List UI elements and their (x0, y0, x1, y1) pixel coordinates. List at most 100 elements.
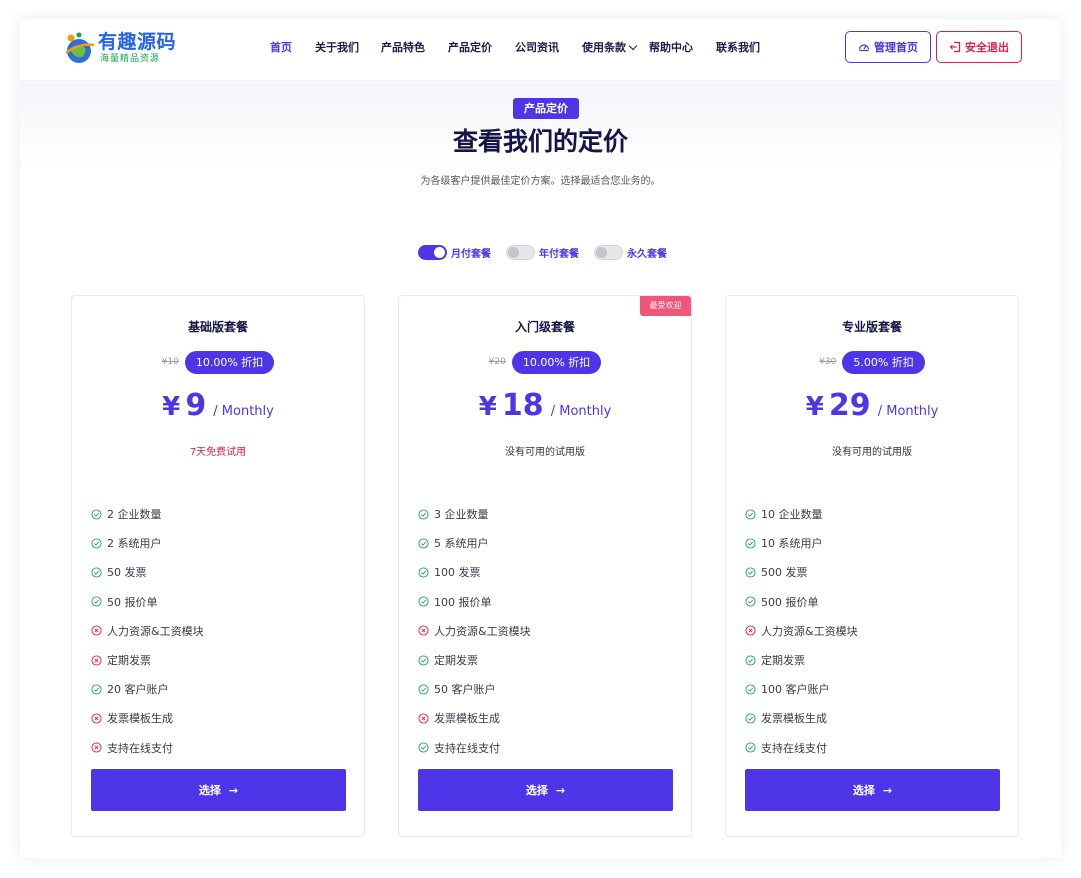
chevron-down-icon (628, 41, 638, 51)
feature-item: 发票模板生成 (745, 710, 827, 726)
check-circle-icon (418, 538, 429, 549)
feature-item: 2 系统用户 (91, 535, 162, 551)
feature-item: 定期发票 (745, 652, 805, 668)
feature-item: 500 报价单 (745, 594, 819, 610)
feature-item: 支持在线支付 (418, 740, 500, 756)
feature-item: 支持在线支付 (745, 740, 827, 756)
switch[interactable] (506, 245, 535, 260)
feature-text: 3 企业数量 (434, 508, 489, 521)
toggle-label: 永久套餐 (627, 249, 667, 260)
check-circle-icon (418, 684, 429, 695)
nav-item-contact[interactable]: 联系我们 (716, 40, 760, 56)
feature-item: 定期发票 (91, 652, 151, 668)
nav-item-features[interactable]: 产品特色 (381, 40, 425, 56)
feature-item: 10 系统用户 (745, 535, 823, 551)
page-title: 查看我们的定价 (452, 127, 628, 156)
feature-text: 100 报价单 (434, 595, 492, 609)
price-row: ¥10 10.00% 折扣 (72, 350, 364, 374)
feature-text: 20 客户账户 (107, 683, 169, 697)
nav-item-help[interactable]: 帮助中心 (649, 40, 693, 56)
toggle-yearly[interactable]: 年付套餐 (506, 245, 579, 260)
plan-name: 基础版套餐 (187, 320, 248, 334)
feature-item: 10 企业数量 (745, 506, 823, 522)
feature-text: 10 企业数量 (761, 508, 823, 521)
nav-item-pricing[interactable]: 产品定价 (448, 40, 492, 56)
feature-item: 发票模板生成 (418, 710, 500, 726)
feature-item: 100 发票 (418, 564, 481, 580)
discount-badge: 5.00% 折扣 (842, 350, 925, 374)
x-circle-icon (745, 625, 756, 636)
nav-item-home[interactable]: 首页 (270, 40, 292, 56)
plan-price: ¥ 29 / Monthly (726, 388, 1018, 430)
logout-icon (949, 41, 961, 53)
toggle-monthly[interactable]: 月付套餐 (418, 245, 491, 260)
plan-price: ¥ 9 / Monthly (72, 388, 364, 430)
trial-info: 7天免费试用 (189, 447, 247, 458)
feature-item: 20 客户账户 (91, 681, 169, 697)
price-period: / Monthly (213, 404, 274, 419)
brand-logo[interactable]: 有趣源码 海量精品资源 (62, 27, 182, 67)
discount-badge: 10.00% 折扣 (511, 350, 602, 374)
price-row: ¥30 5.00% 折扣 (726, 350, 1018, 374)
check-circle-icon (745, 596, 756, 607)
price-period: / Monthly (550, 404, 612, 419)
feature-item: 100 客户账户 (745, 681, 830, 697)
popular-badge: 最受欢迎 (640, 296, 691, 316)
top-navbar: 有趣源码 海量精品资源 首页 关于我们 产品特色 产品定价 公司资讯 使用条款 … (20, 19, 1061, 81)
feature-text: 支持在线支付 (107, 741, 173, 755)
check-circle-icon (745, 654, 756, 666)
arrow-right-icon: → (228, 783, 239, 797)
nav-item-news[interactable]: 公司资讯 (515, 40, 559, 56)
check-circle-icon (91, 596, 102, 607)
section-tag: 产品定价 (513, 98, 579, 119)
check-circle-icon (745, 538, 756, 549)
select-plan-button[interactable]: 选择 → (745, 769, 1000, 811)
check-circle-icon (745, 713, 756, 724)
plan-card-starter: 最受欢迎 入门级套餐 ¥20 10.00% 折扣 ¥ 18 / Monthly … (398, 295, 692, 837)
feature-text: 50 报价单 (107, 595, 158, 609)
check-circle-icon (91, 567, 102, 578)
check-circle-icon (418, 508, 429, 520)
feature-item: 2 企业数量 (91, 506, 162, 522)
feature-text: 支持在线支付 (434, 741, 500, 755)
dashboard-icon (858, 44, 870, 52)
toggle-lifetime[interactable]: 永久套餐 (594, 245, 667, 260)
nav-item-terms[interactable]: 使用条款 (582, 40, 638, 56)
price-period: / Monthly (877, 404, 939, 419)
feature-text: 100 发票 (434, 566, 481, 580)
feature-item: 5 系统用户 (418, 535, 489, 551)
admin-home-button[interactable]: 管理首页 (845, 31, 931, 63)
feature-text: 人力资源&工资模块 (761, 624, 858, 638)
plan-name: 入门级套餐 (514, 320, 575, 334)
check-circle-icon (91, 508, 102, 520)
feature-item: 人力资源&工资模块 (91, 623, 204, 639)
currency-symbol: ¥ (805, 392, 824, 422)
feature-item: 50 客户账户 (418, 681, 496, 697)
nav-item-about[interactable]: 关于我们 (315, 40, 359, 56)
select-plan-button[interactable]: 选择 → (91, 769, 346, 811)
nav-item-terms-label: 使用条款 (582, 41, 626, 54)
check-circle-icon (418, 654, 429, 666)
feature-text: 人力资源&工资模块 (434, 624, 531, 638)
feature-text: 发票模板生成 (434, 712, 500, 726)
feature-item: 100 报价单 (418, 594, 492, 610)
feature-item: 定期发票 (418, 652, 478, 668)
feature-text: 发票模板生成 (107, 712, 173, 726)
switch[interactable] (594, 245, 623, 260)
switch[interactable] (418, 245, 447, 260)
logout-button[interactable]: 安全退出 (936, 31, 1022, 63)
old-price: ¥30 (819, 357, 837, 367)
x-circle-icon (418, 625, 429, 636)
plan-card-pro: 专业版套餐 ¥30 5.00% 折扣 ¥ 29 / Monthly 没有可用的试… (725, 295, 1019, 837)
select-plan-button[interactable]: 选择 → (418, 769, 673, 811)
check-circle-icon (745, 742, 756, 753)
check-circle-icon (418, 596, 429, 607)
feature-item: 50 报价单 (91, 594, 158, 610)
globe-logo-icon (65, 32, 95, 63)
feature-text: 5 系统用户 (434, 537, 489, 551)
old-price: ¥20 (488, 357, 506, 367)
trial-info: 没有可用的试用版 (832, 447, 912, 458)
check-circle-icon (745, 684, 756, 695)
select-label: 选择 (525, 784, 548, 797)
x-circle-icon (91, 742, 102, 753)
